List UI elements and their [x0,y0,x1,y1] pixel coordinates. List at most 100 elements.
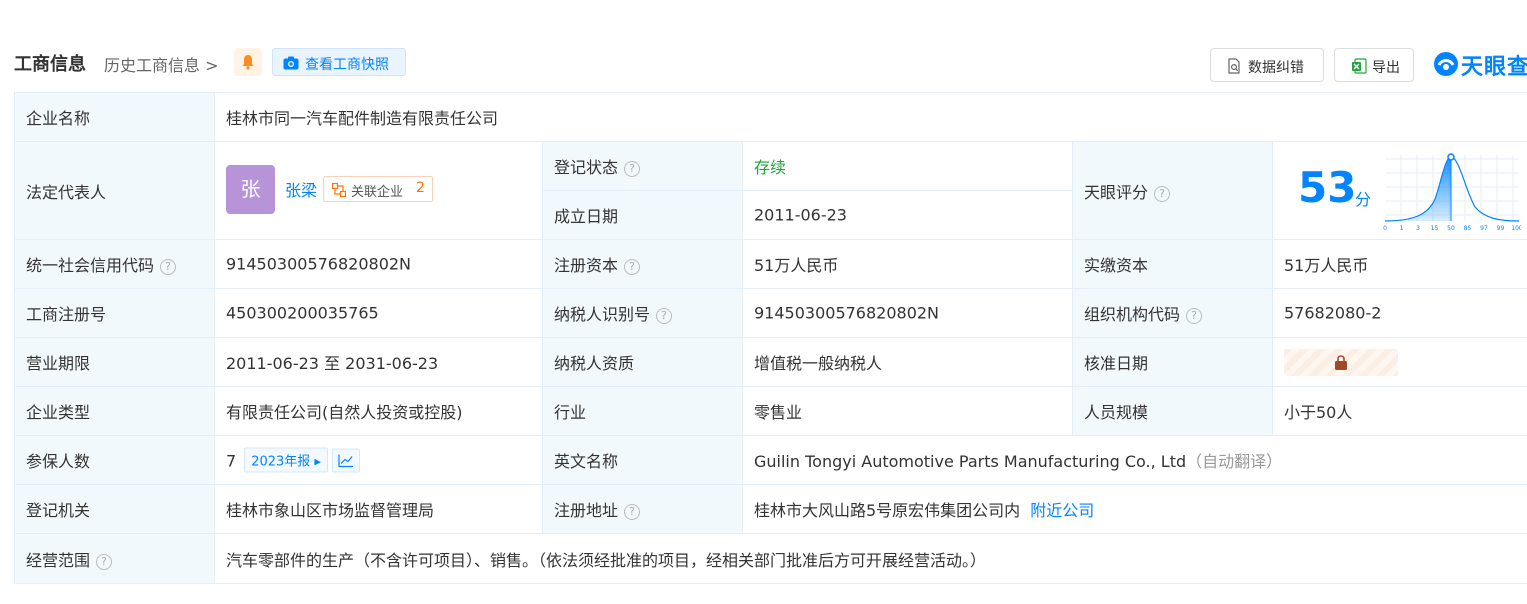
bell-icon [242,55,254,70]
label-text: 参保人数 [26,452,91,471]
value-company-type: 有限责任公司(自然人投资或控股) [215,387,543,436]
data-correction-button[interactable]: 数据纠错 [1210,48,1324,82]
label-text: 登记状态 [554,158,619,177]
help-icon[interactable]: ? [624,259,641,275]
label-org-code: 组织机构代码? [1073,289,1273,338]
data-correction-label: 数据纠错 [1248,60,1304,76]
value-reg-status: 存续 [743,142,1073,191]
staff-size-text: 小于50人 [1284,403,1353,422]
help-icon[interactable]: ? [1154,185,1171,202]
label-credit-code: 统一社会信用代码? [15,240,215,289]
value-scope: 汽车零部件的生产（不含许可项目）、销售。（依法须经批准的项目，经相关部门批准后方… [215,534,1527,584]
label-reg-address: 注册地址? [543,485,743,534]
value-staff-size: 小于50人 [1273,387,1527,436]
score-axis-tick: 97 [1480,225,1488,232]
auto-translate-note: （自动翻译） [1186,452,1283,471]
label-reg-status: 登记状态? [543,142,743,191]
label-wrap: 注册资本? [554,252,641,276]
label-taxpayer-qual: 纳税人资质 [543,338,743,387]
label-wrap: 组织机构代码? [1084,301,1203,325]
export-button[interactable]: 导出 [1334,48,1414,82]
term-text: 2011-06-23 至 2031-06-23 [226,354,439,373]
annual-report-tag[interactable]: 2023年报 ▸ [244,447,328,473]
value-legal-rep: 张 张梁 关联企业 2 [215,142,543,240]
value-found-date: 2011-06-23 [743,191,1073,240]
avatar[interactable]: 张 [226,165,275,214]
label-wrap: 经营范围? [26,547,113,571]
label-approve-date: 核准日期 [1073,338,1273,387]
logo-icon [1434,52,1458,76]
label-found-date: 成立日期 [543,191,743,240]
label-text: 纳税人识别号 [554,305,651,324]
label-text: 实缴资本 [1084,256,1149,275]
value-term: 2011-06-23 至 2031-06-23 [215,338,543,387]
label-text: 英文名称 [554,452,619,471]
label-text: 工商注册号 [26,305,107,324]
taxpayer-qual-text: 增值税一般纳税人 [754,354,883,373]
label-text: 组织机构代码 [1084,305,1181,324]
related-count: 2 [416,180,425,196]
value-org-code: 57682080-2 [1273,289,1527,338]
label-text: 经营范围 [26,550,91,570]
label-text: 纳税人资质 [554,354,635,373]
label-text: 登记机关 [26,501,91,520]
help-icon[interactable]: ? [96,553,113,570]
help-icon[interactable]: ? [624,161,641,177]
excel-icon [1352,58,1367,74]
value-taxpayer-qual: 增值税一般纳税人 [743,338,1073,387]
value-reg-address: 桂林市大风山路5号原宏伟集团公司内 附近公司 [743,485,1527,534]
address-text: 桂林市大风山路5号原宏伟集团公司内 [754,501,1021,520]
locked-content[interactable] [1284,349,1398,376]
value-score[interactable]: 53 分 0 1 3 15 50 85 97 99 100 [1273,142,1527,240]
insured-wrap: 7 2023年报 ▸ [226,447,360,473]
nearby-companies-link[interactable]: 附近公司 [1030,501,1094,520]
lock-icon [1335,355,1347,370]
export-label: 导出 [1372,60,1400,76]
label-text: 营业期限 [26,354,91,373]
view-snapshot-button[interactable]: 查看工商快照 [272,48,406,76]
label-wrap: 注册地址? [554,497,641,521]
org-code-text: 57682080-2 [1284,303,1382,323]
history-link[interactable]: 历史工商信息 > [104,52,219,76]
label-text: 注册资本 [554,256,619,275]
paid-capital-text: 51万人民币 [1284,256,1369,275]
label-taxpayer-id: 纳税人识别号? [543,289,743,338]
label-text: 行业 [554,403,587,422]
help-icon[interactable]: ? [656,308,673,324]
reg-authority-text: 桂林市象山区市场监督管理局 [226,501,435,520]
status-badge: 存续 [754,158,787,177]
section-header: 工商信息 历史工商信息 > 查看工商快照 数据纠错 导出 天眼查 [0,44,1527,82]
label-reg-authority: 登记机关 [15,485,215,534]
label-text: 企业名称 [26,109,91,128]
label-term: 营业期限 [15,338,215,387]
label-english-name: 英文名称 [543,436,743,485]
label-wrap: 天眼评分? [1084,179,1171,203]
value-reg-capital: 51万人民币 [743,240,1073,289]
scope-text: 汽车零部件的生产（不含许可项目）、销售。（依法须经批准的项目，经相关部门批准后方… [226,550,987,570]
trend-chart-button[interactable] [331,448,360,473]
label-text: 企业类型 [26,403,91,422]
score-axis-tick: 99 [1497,225,1505,232]
legal-rep-name-link[interactable]: 张梁 [285,177,317,201]
label-legal-rep: 法定代表人 [15,142,215,240]
monitor-bell-button[interactable] [234,48,262,76]
section-title: 工商信息 [14,54,86,75]
camera-icon [283,56,299,70]
related-companies-tag[interactable]: 关联企业 2 [323,176,433,202]
reg-capital-text: 51万人民币 [754,256,839,275]
value-company-name: 桂林市同一汽车配件制造有限责任公司 [215,93,1527,142]
value-insured: 7 2023年报 ▸ [215,436,543,485]
label-text: 成立日期 [554,207,619,226]
label-scope: 经营范围? [15,534,215,584]
help-icon[interactable]: ? [1186,308,1203,324]
score-axis-tick: 50 [1447,225,1455,232]
help-icon[interactable]: ? [160,259,177,275]
address-wrap: 桂林市大风山路5号原宏伟集团公司内 附近公司 [754,497,1094,521]
help-icon[interactable]: ? [624,504,641,520]
value-reg-no: 450300200035765 [215,289,543,338]
annual-report-label: 2023年报 [251,454,311,470]
score-unit: 分 [1355,190,1372,209]
value-reg-authority: 桂林市象山区市场监督管理局 [215,485,543,534]
label-staff-size: 人员规模 [1073,387,1273,436]
label-text: 人员规模 [1084,403,1149,422]
